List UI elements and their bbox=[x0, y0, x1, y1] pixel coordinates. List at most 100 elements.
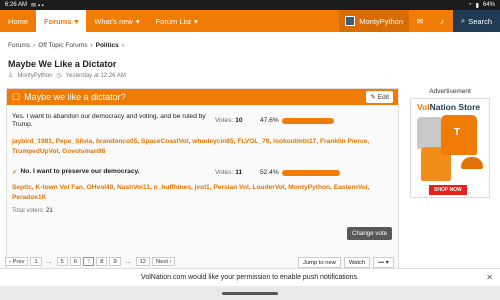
voter-link[interactable]: EasternVol bbox=[334, 184, 368, 191]
page-link[interactable]: 9 bbox=[109, 257, 121, 266]
breadcrumb-politics[interactable]: Politics bbox=[96, 42, 119, 49]
pagination: ‹ Prev 1 ... 5 6 7 8 9 ... 12 Next › bbox=[5, 257, 176, 266]
edit-label: Edit bbox=[377, 93, 389, 101]
inbox-icon[interactable]: ✉ bbox=[409, 10, 431, 32]
voter-link[interactable]: Govolsman98 bbox=[62, 148, 105, 155]
poll-option-voters: Septic, K-town Vol Fan, OHvol40, NashVol… bbox=[12, 184, 370, 201]
edit-poll-button[interactable]: ✎ Edit bbox=[366, 91, 393, 103]
nav-home[interactable]: Home bbox=[0, 10, 36, 32]
nav-whats-new-label: What's new bbox=[94, 16, 133, 26]
avatar bbox=[345, 16, 356, 26]
voter-link[interactable]: brandonco05 bbox=[96, 138, 137, 145]
thread-meta: ♙ MontyPython ◷ Yesterday at 12:26 AM bbox=[8, 72, 126, 80]
push-message: VolNation.com would like your permission… bbox=[141, 274, 359, 281]
close-icon[interactable]: ✕ bbox=[486, 273, 493, 282]
voter-link[interactable]: n_huffhines bbox=[154, 184, 191, 191]
nav-home-label: Home bbox=[8, 16, 29, 26]
page-link[interactable]: 1 bbox=[30, 257, 42, 266]
user-menu[interactable]: MontyPython bbox=[339, 10, 410, 32]
voter-link[interactable]: lookoutmtn17 bbox=[273, 138, 316, 145]
battery-level: 64% bbox=[482, 2, 495, 8]
ad-label: Advertisement bbox=[429, 88, 471, 95]
checkbox-icon: ☐ bbox=[12, 91, 21, 102]
nav-forum-list[interactable]: Forum List ▾ bbox=[148, 10, 206, 32]
voter-link[interactable]: MontyPython bbox=[288, 184, 330, 191]
notification-icons: ✉ ▪ ▪ bbox=[31, 2, 44, 9]
prev-page-button[interactable]: ‹ Prev bbox=[5, 257, 29, 266]
poll-header: ☐ Maybe we like a dictator? ✎ Edit bbox=[7, 89, 398, 105]
voter-link[interactable]: whodeycin85 bbox=[192, 138, 233, 145]
votes-count: 10 bbox=[235, 117, 243, 124]
ad-banner[interactable]: VolNation Store SHOP NOW bbox=[410, 98, 490, 198]
thread-time[interactable]: Yesterday at 12:26 AM bbox=[66, 73, 126, 79]
breadcrumb-forums[interactable]: Forums bbox=[8, 42, 30, 49]
cap-image bbox=[461, 157, 483, 169]
page-link-current[interactable]: 7 bbox=[83, 257, 95, 266]
username: MontyPython bbox=[359, 16, 404, 26]
ad-title-b: Nation Store bbox=[429, 102, 481, 112]
more-options-button[interactable]: ••• ▾ bbox=[373, 257, 394, 268]
gesture-handle[interactable] bbox=[222, 292, 278, 295]
poll-option-text: Yes. I want to abandon our democracy and… bbox=[12, 113, 206, 128]
change-vote-button[interactable]: Change vote bbox=[347, 227, 393, 240]
chevron-right-icon: › bbox=[33, 42, 36, 49]
voter-link[interactable]: jvol1 bbox=[195, 184, 210, 191]
chevron-down-icon[interactable]: ▾ bbox=[75, 17, 79, 26]
poll-option-percent: 52.4% bbox=[260, 169, 279, 176]
check-icon: ✔ bbox=[12, 169, 18, 176]
voter-link[interactable]: FLVOL_79 bbox=[237, 138, 269, 145]
jump-to-new-button[interactable]: Jump to new bbox=[298, 257, 341, 268]
thread-author[interactable]: MontyPython bbox=[17, 73, 52, 79]
voter-link[interactable]: Persian Vol bbox=[213, 184, 248, 191]
clock: 6:26 AM bbox=[5, 2, 28, 8]
wifi-icon: ◔ bbox=[468, 2, 472, 8]
bell-icon[interactable]: ♪ bbox=[431, 10, 453, 32]
page-link[interactable]: 8 bbox=[96, 257, 108, 266]
battery-icon: ▮ bbox=[475, 2, 479, 9]
shirt-image bbox=[417, 117, 443, 149]
total-voters-label: Total voters: bbox=[12, 208, 45, 214]
chevron-right-icon: › bbox=[121, 42, 124, 49]
voter-link[interactable]: Pepe_Silvia bbox=[56, 138, 93, 145]
votes-label: Votes: bbox=[215, 117, 234, 124]
poll-option-2: ✔ No. I want to preserve our democracy. bbox=[12, 168, 221, 176]
poll-option-bar bbox=[282, 170, 340, 176]
poll-option-percent: 47.6% bbox=[260, 117, 279, 124]
chevron-down-icon[interactable]: ▾ bbox=[136, 17, 140, 26]
voter-link[interactable]: TrumpedUpVol bbox=[12, 148, 58, 155]
chevron-down-icon[interactable]: ▾ bbox=[194, 17, 198, 26]
page-link[interactable]: 5 bbox=[56, 257, 68, 266]
nav-forums-label: Forums bbox=[44, 16, 72, 26]
voter-link[interactable]: LouderVol bbox=[252, 184, 284, 191]
page-ellipsis[interactable]: ... bbox=[44, 257, 55, 266]
advertisement: Advertisement VolNation Store SHOP NOW bbox=[410, 88, 490, 198]
page-link[interactable]: 6 bbox=[69, 257, 82, 266]
search-button[interactable]: ⌕ Search bbox=[453, 10, 500, 32]
prev-label: Prev bbox=[12, 258, 25, 265]
nav-forums[interactable]: Forums ▾ bbox=[36, 10, 87, 32]
voter-link[interactable]: Peradox1K bbox=[12, 194, 46, 201]
watch-button[interactable]: Watch bbox=[343, 257, 371, 268]
votes-label: Votes: bbox=[215, 169, 234, 176]
voter-link[interactable]: NashVol11 bbox=[117, 184, 150, 191]
nav-whats-new[interactable]: What's new ▾ bbox=[86, 10, 147, 32]
voter-link[interactable]: jaybird_1981 bbox=[12, 138, 52, 145]
voter-link[interactable]: Septic bbox=[12, 184, 32, 191]
voter-link[interactable]: SpaceCoastVol bbox=[141, 138, 189, 145]
more-icon: ••• bbox=[378, 259, 385, 266]
top-navigation: Home Forums ▾ What's new ▾ Forum List ▾ Mon… bbox=[0, 10, 500, 32]
voter-link[interactable]: OHvol40 bbox=[87, 184, 114, 191]
page-ellipsis[interactable]: ... bbox=[123, 257, 134, 266]
shop-now-button[interactable]: SHOP NOW bbox=[429, 185, 467, 195]
next-page-button[interactable]: Next › bbox=[152, 257, 176, 266]
search-label: Search bbox=[468, 16, 492, 26]
page-link[interactable]: 12 bbox=[135, 257, 151, 266]
poll-option-votes: Votes: 10 bbox=[215, 117, 243, 124]
edit-icon: ✎ bbox=[370, 94, 376, 101]
breadcrumb-offtopic[interactable]: Off Topic Forums bbox=[38, 42, 87, 49]
voter-link[interactable]: Franklin Pierce bbox=[320, 138, 367, 145]
poll-title: Maybe we like a dictator? bbox=[24, 92, 126, 102]
page-title: Maybe We Like a Dictator bbox=[8, 59, 117, 69]
voter-link[interactable]: K-town Vol Fan bbox=[35, 184, 83, 191]
votes-count: 11 bbox=[235, 169, 243, 176]
